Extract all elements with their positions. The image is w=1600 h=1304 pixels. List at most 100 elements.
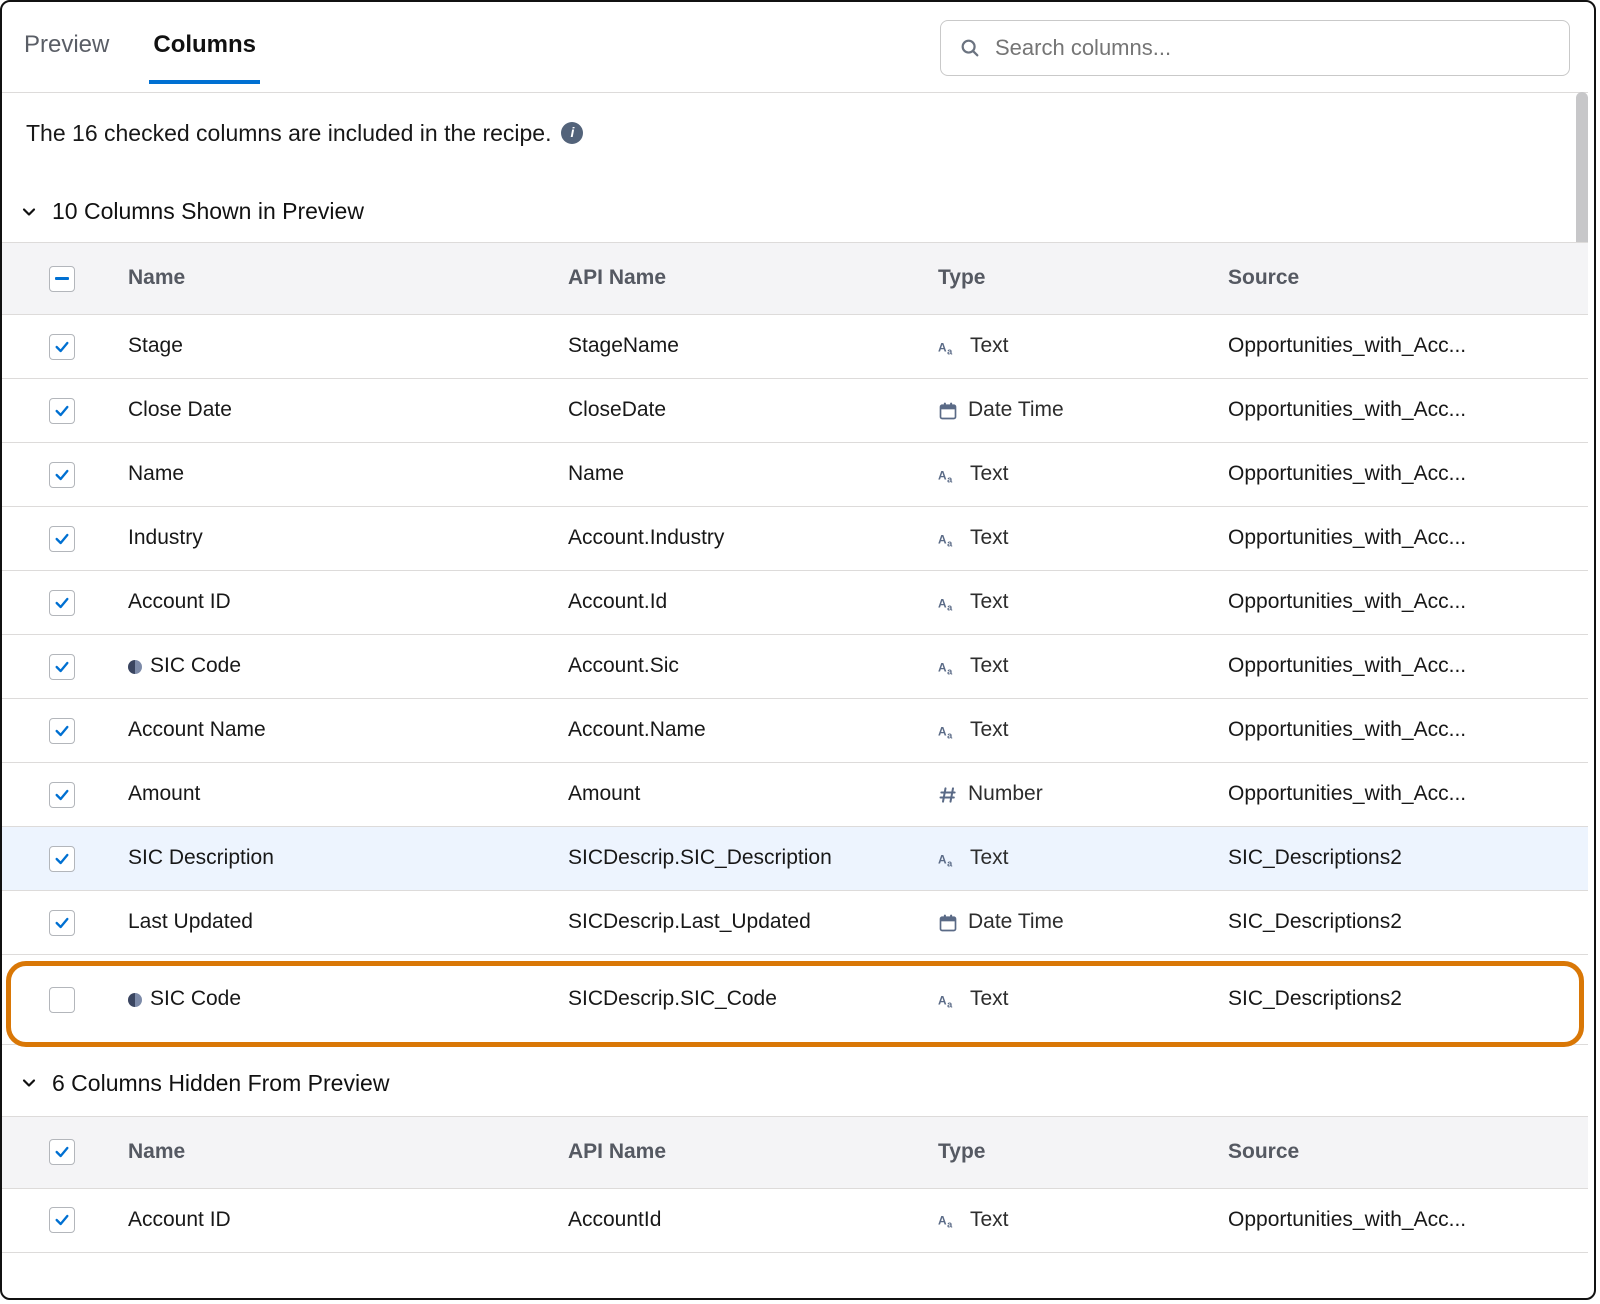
text-type-icon: Aa [938, 850, 960, 868]
table-row[interactable]: SIC Description SICDescrip.SIC_Descriptio… [2, 827, 1588, 891]
chevron-down-icon [18, 1072, 40, 1094]
row-checkbox[interactable] [49, 1207, 75, 1233]
header-name: Name [122, 265, 562, 291]
table-row[interactable]: IndustryAccount.IndustryAaTextOpportunit… [2, 507, 1588, 571]
svg-text:A: A [938, 468, 947, 482]
table-row[interactable]: SIC CodeAccount.SicAaTextOpportunities_w… [2, 635, 1588, 699]
table-row[interactable]: AmountAmountNumberOpportunities_with_Acc… [2, 763, 1588, 827]
svg-text:A: A [938, 1214, 947, 1228]
column-api-name: SICDescrip.SIC_Code [562, 986, 932, 1012]
svg-text:a: a [947, 730, 953, 740]
row-checkbox[interactable] [49, 718, 75, 744]
table-row[interactable]: NameNameAaTextOpportunities_with_Acc... [2, 443, 1588, 507]
table-row[interactable]: StageStageNameAaTextOpportunities_with_A… [2, 315, 1588, 379]
column-source: SIC_Descriptions2 [1222, 986, 1578, 1012]
row-checkbox[interactable] [49, 987, 75, 1013]
top-bar: Preview Columns [2, 2, 1588, 93]
column-name: Account Name [128, 717, 266, 743]
text-type-icon: Aa [938, 1211, 960, 1229]
column-api-name: SICDescrip.SIC_Description [562, 845, 932, 871]
info-icon[interactable]: i [561, 122, 583, 144]
key-indicator-icon [128, 660, 142, 674]
section-hidden-toggle[interactable]: 6 Columns Hidden From Preview [2, 1045, 1588, 1116]
select-all-checkbox[interactable] [49, 1139, 75, 1165]
row-checkbox[interactable] [49, 398, 75, 424]
column-name: SIC Code [150, 653, 241, 679]
tab-columns[interactable]: Columns [149, 30, 260, 84]
header-api: API Name [562, 1139, 932, 1165]
column-source: Opportunities_with_Acc... [1222, 397, 1578, 423]
table-row[interactable]: Last UpdatedSICDescrip.Last_UpdatedDate … [2, 891, 1588, 955]
table-header: Name API Name Type Source [2, 1117, 1588, 1189]
chevron-down-icon [18, 201, 40, 223]
select-all-checkbox[interactable] [49, 266, 75, 292]
column-api-name: Account.Id [562, 589, 932, 615]
svg-text:A: A [938, 596, 947, 610]
column-source: SIC_Descriptions2 [1222, 909, 1578, 935]
column-name: Close Date [128, 397, 232, 423]
table-row[interactable]: Account Name Account.Name Aa Text Opportunit… [2, 699, 1588, 763]
header-type: Type [932, 1139, 1222, 1165]
text-type-icon: Aa [938, 594, 960, 612]
row-checkbox[interactable] [49, 334, 75, 360]
column-name: Account ID [128, 1207, 231, 1233]
search-columns-input[interactable] [993, 33, 1551, 63]
svg-text:a: a [947, 999, 953, 1009]
column-source: Opportunities_with_Acc... [1222, 589, 1578, 615]
text-type-icon: Aa [938, 338, 960, 356]
row-checkbox[interactable] [49, 462, 75, 488]
datetime-type-icon [938, 401, 958, 421]
column-source: Opportunities_with_Acc... [1222, 781, 1578, 807]
row-checkbox[interactable] [49, 654, 75, 680]
row-checkbox[interactable] [49, 846, 75, 872]
table-header: Name API Name Type Source [2, 243, 1588, 315]
svg-text:A: A [938, 724, 947, 738]
text-type-icon: Aa [938, 658, 960, 676]
column-source: Opportunities_with_Acc... [1222, 461, 1578, 487]
row-checkbox[interactable] [49, 782, 75, 808]
search-columns-input-wrapper[interactable] [940, 20, 1570, 76]
column-api-name: StageName [562, 333, 932, 359]
column-api-name: Account.Industry [562, 525, 932, 551]
table-row[interactable]: Account IDAccountIdAaTextOpportunities_w… [2, 1189, 1588, 1253]
column-type: Text [970, 525, 1009, 551]
svg-text:A: A [938, 532, 947, 546]
svg-text:a: a [947, 1220, 953, 1230]
column-api-name: Account.Name [562, 717, 932, 743]
section-shown-title: 10 Columns Shown in Preview [52, 197, 364, 226]
column-source: Opportunities_with_Acc... [1222, 525, 1578, 551]
column-name: SIC Description [128, 845, 274, 871]
svg-text:A: A [938, 340, 947, 354]
svg-text:A: A [938, 660, 947, 674]
table-row[interactable]: SIC Code SICDescrip.SIC_Code Aa Text SIC_Des… [2, 955, 1588, 1045]
key-indicator-icon [128, 993, 142, 1007]
header-source: Source [1222, 265, 1578, 291]
header-api: API Name [562, 265, 932, 291]
column-api-name: AccountId [562, 1207, 932, 1233]
columns-summary-text: The 16 checked columns are included in t… [26, 119, 551, 148]
column-name: Last Updated [128, 909, 253, 935]
column-type: Text [970, 717, 1009, 743]
column-name: SIC Code [150, 986, 241, 1012]
svg-text:a: a [947, 538, 953, 548]
column-name: Account ID [128, 589, 231, 615]
svg-text:a: a [947, 602, 953, 612]
row-checkbox[interactable] [49, 590, 75, 616]
column-type: Text [970, 845, 1009, 871]
column-type: Text [970, 589, 1009, 615]
svg-text:A: A [938, 993, 947, 1007]
column-type: Text [970, 986, 1009, 1012]
column-type: Text [970, 333, 1009, 359]
section-shown-toggle[interactable]: 10 Columns Shown in Preview [2, 157, 1588, 242]
header-name: Name [122, 1139, 562, 1165]
tab-preview[interactable]: Preview [20, 30, 113, 84]
section-hidden-title: 6 Columns Hidden From Preview [52, 1069, 389, 1098]
hidden-columns-table: Name API Name Type Source Account ID Acco… [2, 1116, 1588, 1253]
table-row[interactable]: Account ID Account.Id Aa Text Opportunities_… [2, 571, 1588, 635]
table-row[interactable]: Close DateCloseDateDate TimeOpportunitie… [2, 379, 1588, 443]
row-checkbox[interactable] [49, 526, 75, 552]
column-api-name: Amount [562, 781, 932, 807]
column-type: Date Time [968, 397, 1064, 423]
row-checkbox[interactable] [49, 910, 75, 936]
column-source: Opportunities_with_Acc... [1222, 717, 1578, 743]
